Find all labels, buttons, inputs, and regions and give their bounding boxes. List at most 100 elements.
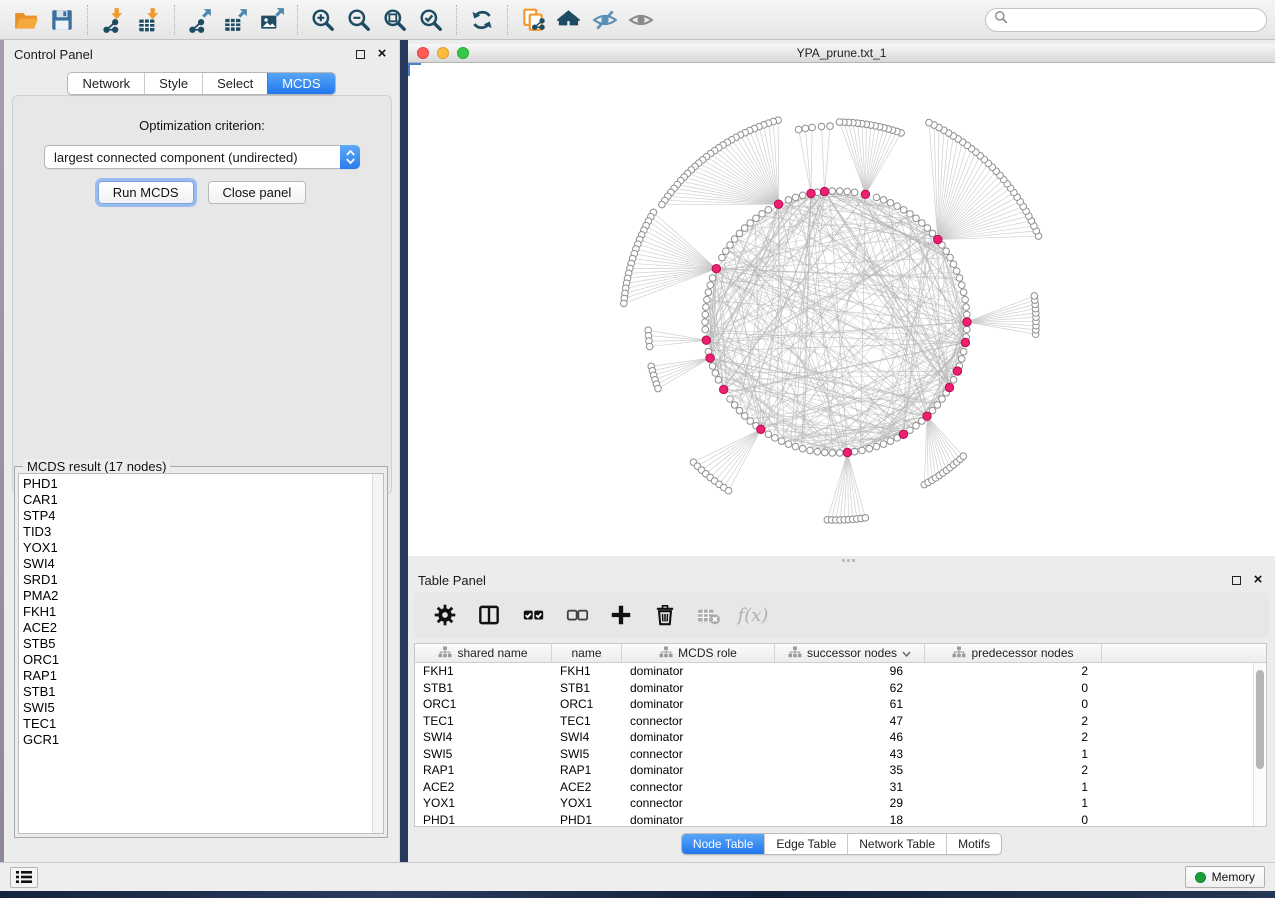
mcds-dominator-node[interactable] <box>706 354 714 362</box>
table-row[interactable]: STB1STB1dominator620 <box>415 680 1266 697</box>
tab-motifs[interactable]: Motifs <box>946 834 1001 854</box>
copy-network-icon[interactable] <box>515 3 551 37</box>
mcds-dominator-node[interactable] <box>720 385 728 393</box>
optimization-select[interactable]: largest connected component (undirected) <box>44 145 360 169</box>
network-node[interactable] <box>907 211 914 218</box>
tab-edge-table[interactable]: Edge Table <box>764 834 847 854</box>
network-node[interactable] <box>939 396 946 403</box>
network-node[interactable] <box>712 370 719 377</box>
network-node[interactable] <box>719 254 726 261</box>
column-header-predecessor-nodes[interactable]: predecessor nodes <box>925 644 1102 662</box>
network-node[interactable] <box>814 448 821 455</box>
network-node[interactable] <box>807 447 814 454</box>
network-node[interactable] <box>844 188 851 195</box>
network-node[interactable] <box>709 363 716 370</box>
network-node[interactable] <box>725 487 732 494</box>
table-row[interactable]: ACE2ACE2connector311 <box>415 779 1266 796</box>
network-node[interactable] <box>827 123 834 130</box>
network-node[interactable] <box>862 515 869 522</box>
network-node[interactable] <box>799 445 806 452</box>
tab-mcds[interactable]: MCDS <box>267 73 334 94</box>
import-network-icon[interactable] <box>95 3 131 37</box>
network-node[interactable] <box>727 242 734 249</box>
network-node[interactable] <box>727 396 734 403</box>
network-node[interactable] <box>704 296 711 303</box>
network-node[interactable] <box>709 275 716 282</box>
open-session-icon[interactable] <box>8 3 44 37</box>
network-node[interactable] <box>943 248 950 255</box>
network-node[interactable] <box>926 119 933 126</box>
network-node[interactable] <box>702 326 709 333</box>
network-node[interactable] <box>659 201 666 208</box>
network-node[interactable] <box>785 441 792 448</box>
network-node[interactable] <box>747 220 754 227</box>
network-node[interactable] <box>722 248 729 255</box>
column-header-MCDS-role[interactable]: MCDS role <box>622 644 775 662</box>
split-view-icon[interactable] <box>472 598 506 632</box>
network-node[interactable] <box>963 311 970 318</box>
mcds-dominator-node[interactable] <box>861 190 869 198</box>
deselect-all-icon[interactable] <box>560 598 594 632</box>
mcds-dominator-node[interactable] <box>702 336 710 344</box>
settings-icon[interactable] <box>428 598 462 632</box>
add-column-icon[interactable] <box>604 598 638 632</box>
table-row[interactable]: PHD1PHD1dominator180 <box>415 812 1266 829</box>
select-all-icon[interactable] <box>516 598 550 632</box>
search-box[interactable] <box>985 8 1267 32</box>
network-node[interactable] <box>802 125 809 132</box>
network-node[interactable] <box>851 189 858 196</box>
network-node[interactable] <box>792 194 799 201</box>
mcds-dominator-node[interactable] <box>757 425 765 433</box>
mcds-dominator-node[interactable] <box>963 318 971 326</box>
network-node[interactable] <box>747 418 754 425</box>
network-node[interactable] <box>947 254 954 261</box>
network-node[interactable] <box>741 225 748 232</box>
network-node[interactable] <box>934 402 941 409</box>
network-node[interactable] <box>953 268 960 275</box>
column-header-shared-name[interactable]: shared name <box>415 644 552 662</box>
network-node[interactable] <box>950 376 957 383</box>
network-node[interactable] <box>792 443 799 450</box>
mcds-dominator-node[interactable] <box>934 235 942 243</box>
network-node[interactable] <box>866 445 873 452</box>
network-node[interactable] <box>765 207 772 214</box>
mcds-dominator-node[interactable] <box>899 430 907 438</box>
network-node[interactable] <box>962 296 969 303</box>
network-node[interactable] <box>958 282 965 289</box>
tab-select[interactable]: Select <box>202 73 267 94</box>
close-panel-button[interactable]: Close panel <box>208 181 307 204</box>
network-node[interactable] <box>913 422 920 429</box>
network-node[interactable] <box>702 311 709 318</box>
network-node[interactable] <box>809 124 816 131</box>
table-scrollbar[interactable] <box>1253 663 1266 826</box>
task-history-button[interactable] <box>10 867 38 888</box>
network-node[interactable] <box>900 207 907 214</box>
export-image-icon[interactable] <box>254 3 290 37</box>
network-node[interactable] <box>759 211 766 218</box>
network-node[interactable] <box>785 197 792 204</box>
network-node[interactable] <box>753 215 760 222</box>
network-node[interactable] <box>894 203 901 210</box>
table-row[interactable]: TEC1TEC1connector472 <box>415 713 1266 730</box>
network-node[interactable] <box>646 343 653 350</box>
search-input[interactable] <box>1013 13 1258 27</box>
tab-network-table[interactable]: Network Table <box>847 834 946 854</box>
close-panel-icon[interactable]: × <box>375 47 389 61</box>
import-table-icon[interactable] <box>131 3 167 37</box>
table-row[interactable]: SWI5SWI5connector431 <box>415 746 1266 763</box>
network-node[interactable] <box>741 413 748 420</box>
network-node[interactable] <box>736 230 743 237</box>
table-scrollbar-thumb[interactable] <box>1256 670 1264 769</box>
table-row[interactable]: YOX1YOX1connector291 <box>415 795 1266 812</box>
network-node[interactable] <box>887 200 894 207</box>
mcds-dominator-node[interactable] <box>807 189 815 197</box>
network-node[interactable] <box>829 188 836 195</box>
delete-column-icon[interactable] <box>648 598 682 632</box>
network-node[interactable] <box>731 402 738 409</box>
network-node[interactable] <box>736 407 743 414</box>
zoom-in-icon[interactable] <box>305 3 341 37</box>
network-node[interactable] <box>799 192 806 199</box>
save-session-icon[interactable] <box>44 3 80 37</box>
network-node[interactable] <box>960 289 967 296</box>
network-node[interactable] <box>772 435 779 442</box>
